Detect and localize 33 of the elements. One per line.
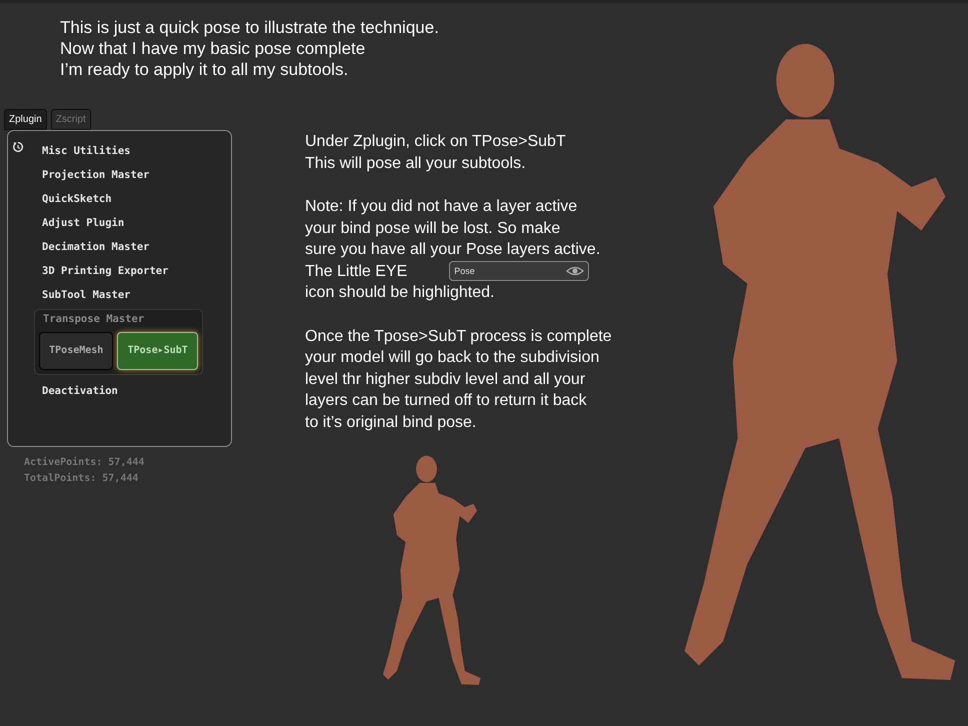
instruction-line: This will pose all your subtools.: [305, 154, 527, 174]
menu-item[interactable]: Deactivation: [8, 378, 231, 403]
status-text: ActivePoints: 57,444: [24, 456, 146, 470]
status-text: TotalPoints: 57,444: [24, 472, 140, 486]
menu-item[interactable]: Decimation Master: [8, 235, 231, 259]
plugin-button[interactable]: TPoseMesh: [39, 332, 114, 370]
instruction-line: Under Zplugin, click on TPose>SubT: [305, 132, 567, 152]
menu-item[interactable]: Projection Master: [8, 163, 231, 187]
instruction-line: Note: If you did not have a layer active: [305, 197, 578, 217]
instruction-line: Once the Tpose>SubT process is complete: [305, 326, 613, 346]
menu-tab[interactable]: Zplugin: [4, 109, 47, 130]
menu-item[interactable]: Adjust Plugin: [8, 211, 231, 235]
instruction-line: your model will go back to the subdivision: [305, 348, 600, 368]
instruction-line: to it’s original bind pose.: [305, 412, 478, 432]
layer-name: Pose: [454, 264, 475, 278]
caption-line: Now that I have my basic pose complete: [60, 38, 366, 59]
menu-item[interactable]: QuickSketch: [8, 187, 231, 211]
submenu-title: Transpose Master: [42, 312, 146, 327]
instruction-line: your bind pose will be lost. So make: [305, 218, 562, 238]
plugin-button[interactable]: TPose▸SubT: [117, 332, 198, 370]
menu-item[interactable]: SubTool Master: [8, 283, 231, 307]
instruction-line: sure you have all your Pose layers active.: [305, 240, 602, 260]
menu-item[interactable]: 3D Printing Exporter: [8, 259, 231, 283]
layer-field[interactable]: Pose: [449, 261, 590, 282]
caption-line: I’m ready to apply it to all my subtools.: [60, 59, 350, 80]
caption-line: This is just a quick pose to illustrate the technique.: [60, 17, 440, 38]
instruction-line: icon should be highlighted.: [305, 283, 496, 303]
instruction-line: The Little EYE: [305, 262, 408, 282]
instruction-line: layers can be turned off to return it back: [305, 391, 588, 411]
instruction-line: level thr higher subdiv level and all your: [305, 370, 586, 390]
menu-item[interactable]: Misc Utilities: [8, 139, 231, 163]
eye-icon[interactable]: [566, 266, 584, 276]
refresh-icon[interactable]: [12, 141, 24, 153]
